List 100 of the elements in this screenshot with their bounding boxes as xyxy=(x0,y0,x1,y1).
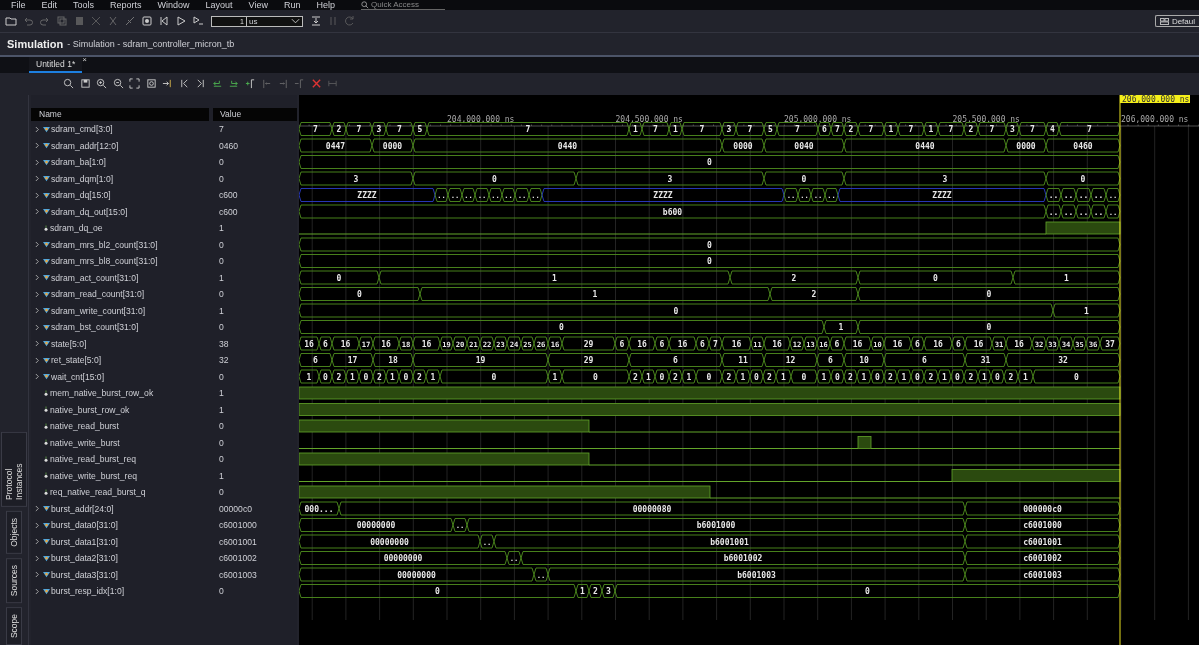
bus-value: 0 xyxy=(363,372,369,382)
bus-value: 2 xyxy=(811,290,817,299)
signal-value: c6001003 xyxy=(218,569,257,580)
bus-value: 1 xyxy=(821,372,827,382)
side-tab[interactable]: Protocol Instances xyxy=(1,432,27,507)
signal-name[interactable]: sdram_ba[1:0] xyxy=(51,157,106,168)
bus-value: 7 xyxy=(525,125,531,134)
signal-name[interactable]: sdram_cmd[3:0] xyxy=(51,124,113,135)
bus-value: 1 xyxy=(838,323,844,332)
bus-value: 1 xyxy=(580,587,585,596)
bus-value: 0 xyxy=(835,372,840,382)
menu-item[interactable]: Reports xyxy=(110,0,142,10)
time-label: 205,000.000 ns xyxy=(784,115,852,124)
bus-value: 2 xyxy=(848,125,854,134)
bus-value: 19 xyxy=(475,356,486,365)
bus-value: c6001001 xyxy=(1023,537,1062,547)
signal-value: 00000c0 xyxy=(218,503,252,514)
signal-value: 0 xyxy=(218,256,224,267)
signal-name[interactable]: sdram_read_count[31:0] xyxy=(51,289,145,300)
bus-value: 16 xyxy=(304,339,314,349)
bus-value: c6001000 xyxy=(1023,521,1062,530)
signal-name[interactable]: sdram_mrs_bl2_count[31:0] xyxy=(51,239,158,250)
column-header[interactable]: Value xyxy=(213,108,297,121)
signal-name[interactable]: native_read_burst xyxy=(50,421,119,432)
unit-dropdown[interactable]: us xyxy=(247,15,303,27)
bus-value: 0 xyxy=(955,372,960,382)
bus-value: b600 xyxy=(662,207,683,217)
waveform-tab[interactable]: Untitled 1* xyxy=(29,57,83,73)
signal-value: 1 xyxy=(218,272,224,283)
signal-name[interactable]: sdram_act_count[31:0] xyxy=(51,272,139,283)
signal-name[interactable]: native_burst_row_ok xyxy=(50,404,130,415)
signal-value: c600 xyxy=(218,190,238,201)
bus-value: 1 xyxy=(673,125,678,134)
signal-name[interactable]: mem_native_burst_row_ok xyxy=(50,388,154,399)
bus-value: 0 xyxy=(403,372,409,382)
bus-value: 3 xyxy=(667,174,673,184)
signal-name[interactable]: burst_data0[31:0] xyxy=(51,520,118,531)
signal-value: 0 xyxy=(218,322,224,333)
signal-name[interactable]: native_write_burst_req xyxy=(50,470,137,481)
signal-name[interactable]: sdram_dq_oe xyxy=(50,223,103,234)
signal-name[interactable]: sdram_dqm[1:0] xyxy=(51,173,114,184)
signal-name[interactable]: sdram_bst_count[31:0] xyxy=(51,322,139,333)
signal-name[interactable]: burst_data3[31:0] xyxy=(51,569,118,580)
signal-name[interactable]: burst_data1[31:0] xyxy=(51,536,118,547)
tab-close-button[interactable]: × xyxy=(82,55,87,64)
bus-value: 16 xyxy=(892,339,903,349)
signal-name[interactable]: ret_state[5:0] xyxy=(51,355,102,366)
bus-value: 7 xyxy=(397,125,402,134)
bus-value: 6 xyxy=(700,339,705,349)
bus-value: 0000 xyxy=(1016,141,1036,151)
signal-value: 1 xyxy=(218,305,224,316)
signal-name[interactable]: sdram_mrs_bl8_count[31:0] xyxy=(51,256,158,267)
bus-value: c6001003 xyxy=(1023,570,1062,580)
side-tab[interactable]: Sources xyxy=(6,557,22,603)
bus-value: 0040 xyxy=(794,141,814,151)
bus-value: 0 xyxy=(707,240,712,250)
bus-value: 31 xyxy=(980,356,991,365)
bus-value: 2 xyxy=(1008,372,1014,382)
menu-item[interactable]: Window xyxy=(157,0,190,10)
bus-value: 16 xyxy=(677,339,688,349)
menu-item[interactable]: Layout xyxy=(205,0,233,10)
bus-value: 0 xyxy=(801,372,807,382)
signal-name[interactable]: wait_cnt[15:0] xyxy=(51,371,105,382)
signal-name[interactable]: sdram_dq[15:0] xyxy=(51,190,111,201)
panel-subtitle: - Simulation - sdram_controller_micron_tb xyxy=(67,39,235,49)
signal-value: 0 xyxy=(218,437,224,448)
signal-name[interactable]: native_write_burst xyxy=(50,437,120,448)
signal-value: c6001000 xyxy=(218,520,257,531)
bus-value: 0 xyxy=(593,372,598,382)
menu-item[interactable]: View xyxy=(248,0,268,10)
signal-name[interactable]: sdram_addr[12:0] xyxy=(51,140,119,151)
quick-access-field[interactable]: Quick Access xyxy=(361,0,445,10)
menu-item[interactable]: File xyxy=(11,0,26,10)
menu-item[interactable]: Help xyxy=(316,0,335,10)
signal-name[interactable]: native_read_burst_req xyxy=(50,454,136,465)
menu-item[interactable]: Tools xyxy=(73,0,95,10)
column-header[interactable]: Name xyxy=(31,108,209,121)
side-tab[interactable]: Objects xyxy=(6,510,22,554)
signal-name[interactable]: burst_data2[31:0] xyxy=(51,553,118,564)
bus-value: 16 xyxy=(933,339,943,349)
bus-value: b6001002 xyxy=(723,554,763,563)
signal-value: 0 xyxy=(218,239,224,250)
bus-value: 0 xyxy=(865,587,870,596)
bus-value: 37 xyxy=(1105,339,1115,349)
signal-name[interactable]: burst_resp_idx[1:0] xyxy=(51,586,125,597)
bus-value: 4 xyxy=(1050,125,1055,134)
menu-item[interactable]: Edit xyxy=(41,0,58,10)
signal-name[interactable]: req_native_read_burst_q xyxy=(50,487,146,498)
signal-name[interactable]: burst_addr[24:0] xyxy=(51,503,114,514)
signal-name[interactable]: state[5:0] xyxy=(51,338,87,349)
bus-value: 1 xyxy=(928,125,934,134)
layout-button[interactable]: Defaul xyxy=(1154,15,1199,27)
side-tab[interactable]: Scope xyxy=(6,606,22,645)
menu-item[interactable]: Run xyxy=(283,0,301,10)
signal-name[interactable]: sdram_write_count[31:0] xyxy=(51,305,146,316)
bus-value: 16 xyxy=(381,339,391,349)
bus-value: .. xyxy=(1093,207,1104,217)
bus-value: .. xyxy=(1078,207,1089,217)
bus-value: 00000000 xyxy=(397,570,436,580)
signal-name[interactable]: sdram_dq_out[15:0] xyxy=(51,206,128,217)
